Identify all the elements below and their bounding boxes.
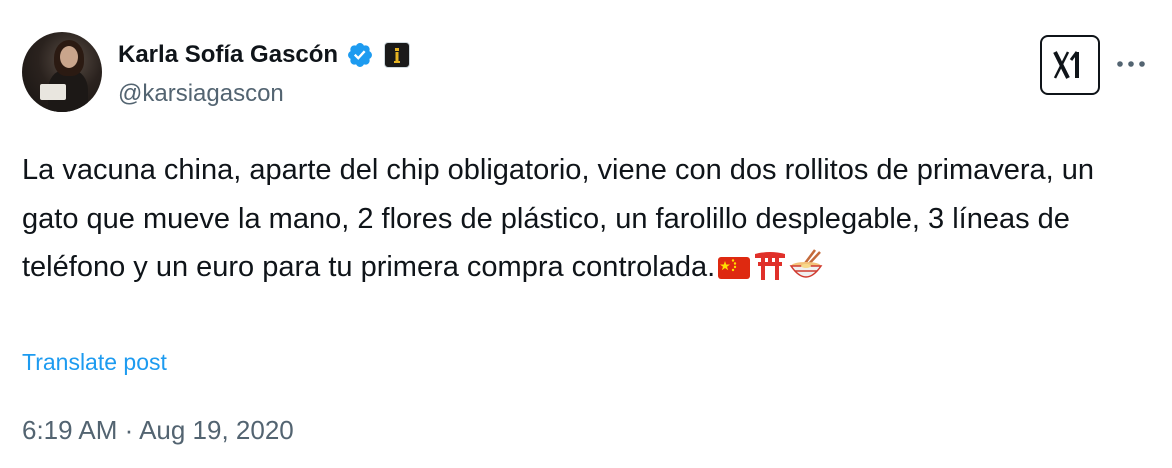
china-flag-emoji xyxy=(717,249,751,298)
x-logo-icon[interactable] xyxy=(1040,35,1100,95)
avatar[interactable] xyxy=(22,32,102,112)
verified-badge-icon[interactable] xyxy=(346,41,374,69)
tweet-card: Karla Sofía Gascón @karsiagascon La vacu… xyxy=(0,0,1172,468)
author-handle[interactable]: @karsiagascon xyxy=(118,78,284,110)
affiliate-badge-icon[interactable] xyxy=(384,42,411,68)
post-timestamp[interactable]: 6:19 AM · Aug 19, 2020 xyxy=(22,412,294,448)
post-text-container: La vacuna china, aparte del chip obligat… xyxy=(22,146,1142,298)
author-name-row: Karla Sofía Gascón xyxy=(118,38,411,72)
translate-post-link[interactable]: Translate post xyxy=(22,345,167,379)
ramen-bowl-emoji xyxy=(789,248,823,298)
author-display-name[interactable]: Karla Sofía Gascón xyxy=(118,38,338,72)
more-options-icon[interactable] xyxy=(1113,46,1149,82)
torii-gate-emoji xyxy=(753,248,787,298)
post-text: La vacuna china, aparte del chip obligat… xyxy=(22,154,1095,283)
